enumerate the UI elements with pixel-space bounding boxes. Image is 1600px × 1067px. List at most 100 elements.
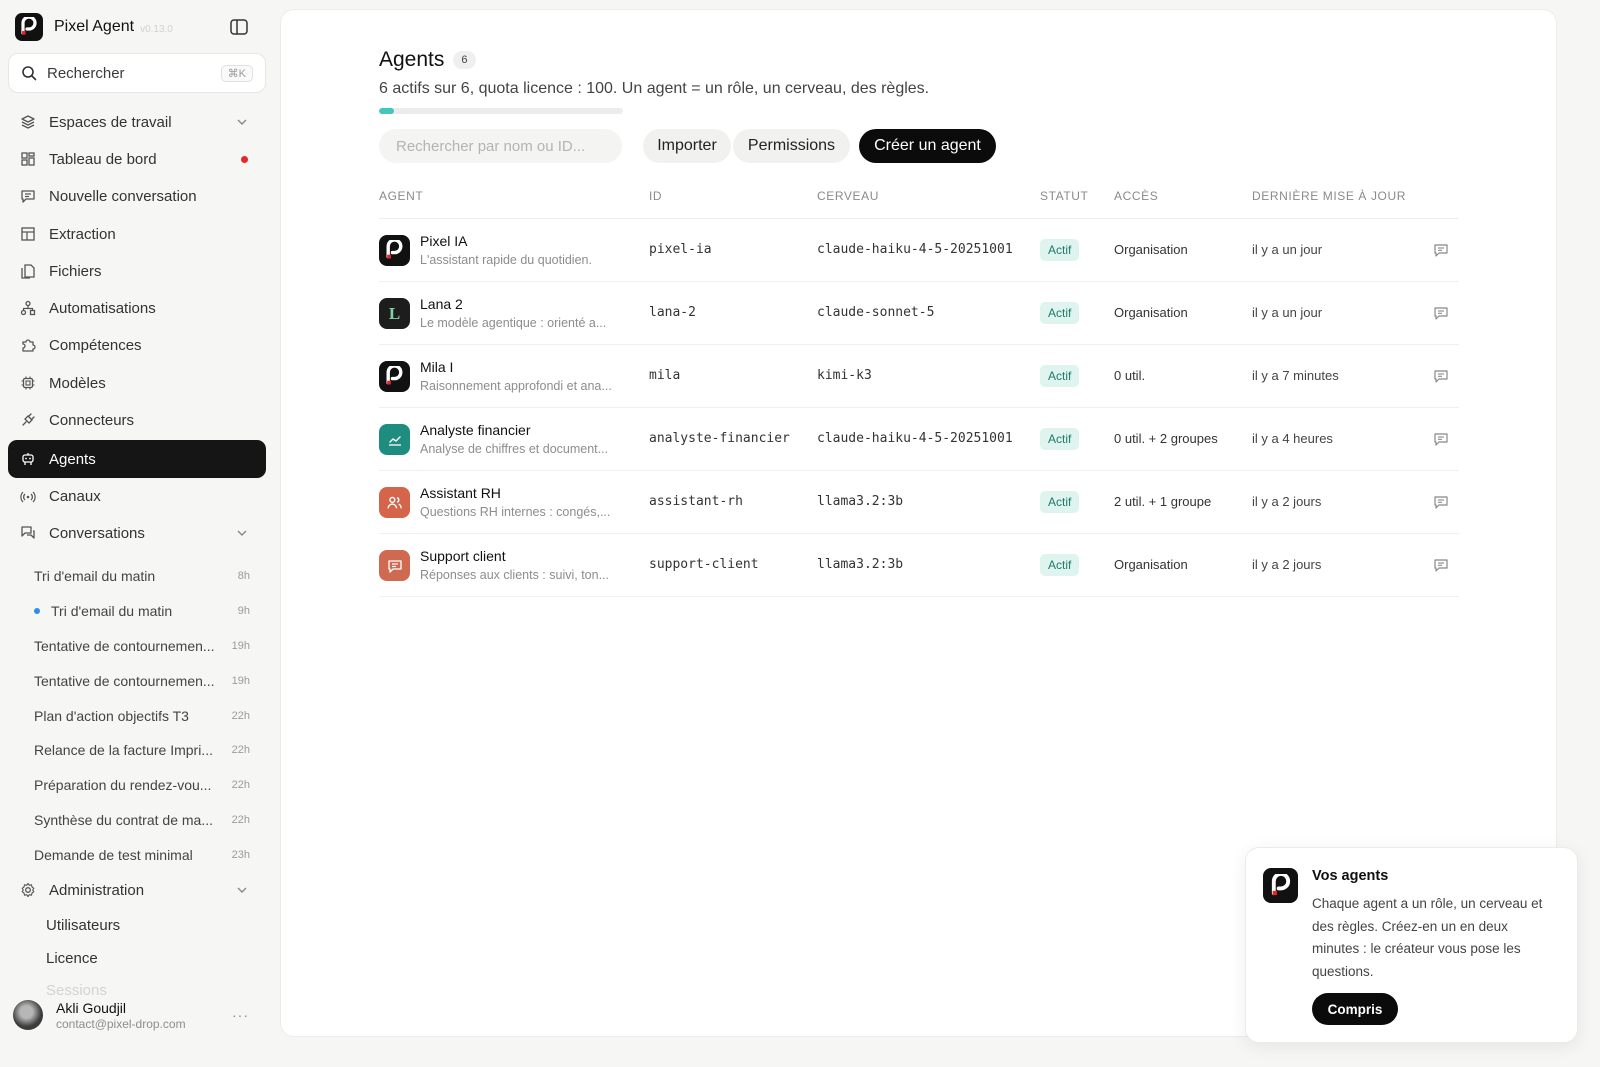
conversation-time: 8h [237,570,250,582]
agent-name: Pixel IA [420,233,468,249]
conversation-item[interactable]: Tentative de contournemen... 19h [8,666,266,696]
conversation-item[interactable]: Demande de test minimal 23h [8,840,266,870]
user-profile[interactable]: Akli Goudjil contact@pixel-drop.com ··· [13,998,263,1032]
conversation-time: 9h [237,605,250,617]
chat-icon[interactable] [1433,431,1449,447]
nav-connectors[interactable]: Connecteurs [8,401,266,439]
agent-description: Questions RH internes : congés,... [420,505,611,519]
agent-updated: il y a un jour [1252,305,1323,320]
nav-workspaces[interactable]: Espaces de travail [8,103,266,141]
agent-avatar [379,550,410,581]
conversation-item[interactable]: Tri d'email du matin 9h [8,596,266,626]
users-icon [387,496,402,509]
agent-updated: il y a 7 minutes [1252,368,1339,383]
conversation-title: Tentative de contournemen... [34,673,215,689]
search-icon [22,66,37,81]
agent-updated: il y a un jour [1252,242,1323,257]
nav-label: Conversations [49,524,145,542]
agent-search-input[interactable] [379,129,622,163]
agent-access: Organisation [1114,557,1188,572]
nav-label: Modèles [49,374,106,392]
conversation-item[interactable]: Tri d'email du matin 8h [8,561,266,591]
agent-name: Analyste financier [420,422,531,438]
chat-icon[interactable] [1433,557,1449,573]
conversation-item[interactable]: Tentative de contournemen... 19h [8,631,266,661]
chat-icon[interactable] [1433,242,1449,258]
page-subtitle: 6 actifs sur 6, quota licence : 100. Un … [379,80,930,97]
status-badge: Actif [1040,491,1080,513]
agent-name: Lana 2 [420,296,463,312]
more-options-icon[interactable]: ··· [232,1007,249,1023]
nav-label: Connecteurs [49,411,135,429]
bot-icon [20,451,36,467]
column-header: ACCÈS [1114,189,1159,203]
nav-administration[interactable]: Administration [8,871,266,909]
agent-description: Le modèle agentique : orienté a... [420,316,607,330]
gear-icon [20,882,36,898]
agent-updated: il y a 2 jours [1252,557,1322,572]
conversation-time: 19h [231,640,250,652]
nav-agents[interactable]: Agents [8,440,266,478]
broadcast-icon [20,488,36,504]
conversation-title: Plan d'action objectifs T3 [34,708,189,724]
conversation-time: 22h [231,710,250,722]
agent-brain: kimi-k3 [817,368,872,383]
search-bar[interactable]: Rechercher ⌘K [8,53,266,93]
user-name: Akli Goudjil [56,999,127,1016]
conversation-item[interactable]: Préparation du rendez-vou... 22h [8,770,266,800]
table-row[interactable]: Mila I Raisonnement approfondi et ana...… [379,345,1459,408]
nav-automations[interactable]: Automatisations [8,289,266,327]
count-badge: 6 [453,51,476,69]
agent-brain: llama3.2:3b [817,557,904,572]
chat-icon[interactable] [1433,494,1449,510]
conversation-title: Tentative de contournemen... [34,638,215,654]
chevron-down-icon[interactable] [236,116,248,128]
admin-users-link[interactable]: Utilisateurs [46,917,120,934]
table-row[interactable]: Pixel IA L'assistant rapide du quotidien… [379,219,1459,282]
agent-name: Assistant RH [420,485,501,501]
table-row[interactable]: L Lana 2 Le modèle agentique : orienté a… [379,282,1459,345]
sidebar-toggle-icon[interactable] [229,17,249,37]
got-it-button[interactable]: Compris [1312,993,1398,1025]
nav-skills[interactable]: Compétences [8,326,266,364]
chevron-down-icon[interactable] [236,884,248,896]
conversation-item[interactable]: Relance de la facture Impri... 22h [8,735,266,765]
onboarding-title: Vos agents [1312,868,1389,884]
nav-new-conversation[interactable]: Nouvelle conversation [8,177,266,215]
admin-license-link[interactable]: Licence [46,950,98,967]
agent-avatar [379,487,410,518]
table-row[interactable]: Support client Réponses aux clients : su… [379,534,1459,597]
agent-brain: claude-haiku-4-5-20251001 [817,431,1013,446]
agent-updated: il y a 4 heures [1252,431,1333,446]
agent-id: assistant-rh [649,494,743,509]
nav-label: Agents [49,450,96,468]
files-icon [20,263,36,279]
chat-icon[interactable] [1433,305,1449,321]
admin-sessions-link[interactable]: Sessions [46,982,107,999]
nav-extraction[interactable]: Extraction [8,215,266,253]
nav-conversations[interactable]: Conversations [8,514,266,552]
create-agent-button[interactable]: Créer un agent [859,129,996,163]
plug-icon [20,412,36,428]
user-email: contact@pixel-drop.com [56,1016,186,1031]
chevron-down-icon[interactable] [236,527,248,539]
onboarding-card: Vos agents Chaque agent a un rôle, un ce… [1245,847,1578,1043]
nav-dashboard[interactable]: Tableau de bord [8,140,266,178]
import-button[interactable]: Importer [643,129,731,163]
conversation-item[interactable]: Synthèse du contrat de ma... 22h [8,805,266,835]
agent-avatar [379,424,410,455]
chat-icon[interactable] [1433,368,1449,384]
conversation-item[interactable]: Plan d'action objectifs T3 22h [8,701,266,731]
agent-description: Réponses aux clients : suivi, ton... [420,568,609,582]
nav-models[interactable]: Modèles [8,364,266,402]
nav-channels[interactable]: Canaux [8,477,266,515]
puzzle-icon [20,337,36,353]
sidebar: Pixel Agent v0.13.0 Rechercher ⌘K Espace… [0,0,275,1067]
nav-files[interactable]: Fichiers [8,252,266,290]
nav-label: Automatisations [49,299,156,317]
table-row[interactable]: Assistant RH Questions RH internes : con… [379,471,1459,534]
table-row[interactable]: Analyste financier Analyse de chiffres e… [379,408,1459,471]
conversation-time: 23h [231,849,250,861]
permissions-button[interactable]: Permissions [733,129,850,163]
nav-label: Canaux [49,487,101,505]
